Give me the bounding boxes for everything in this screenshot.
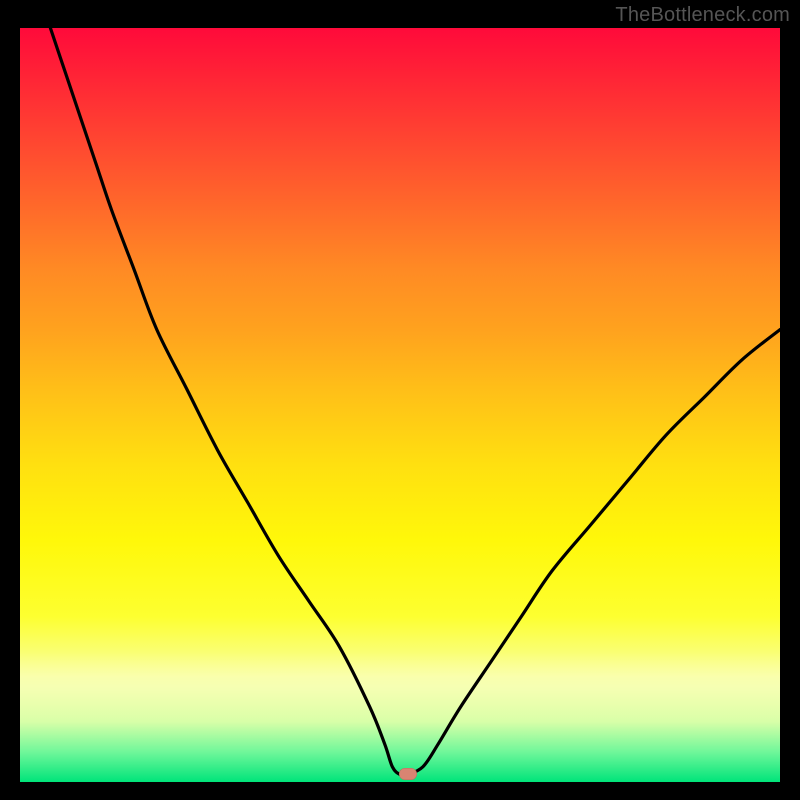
- watermark-text: TheBottleneck.com: [615, 4, 790, 27]
- bottleneck-curve: [20, 28, 780, 782]
- chart-frame: TheBottleneck.com: [0, 0, 800, 800]
- optimal-marker: [399, 768, 417, 780]
- plot-area: [20, 28, 780, 782]
- curve-path: [50, 28, 780, 775]
